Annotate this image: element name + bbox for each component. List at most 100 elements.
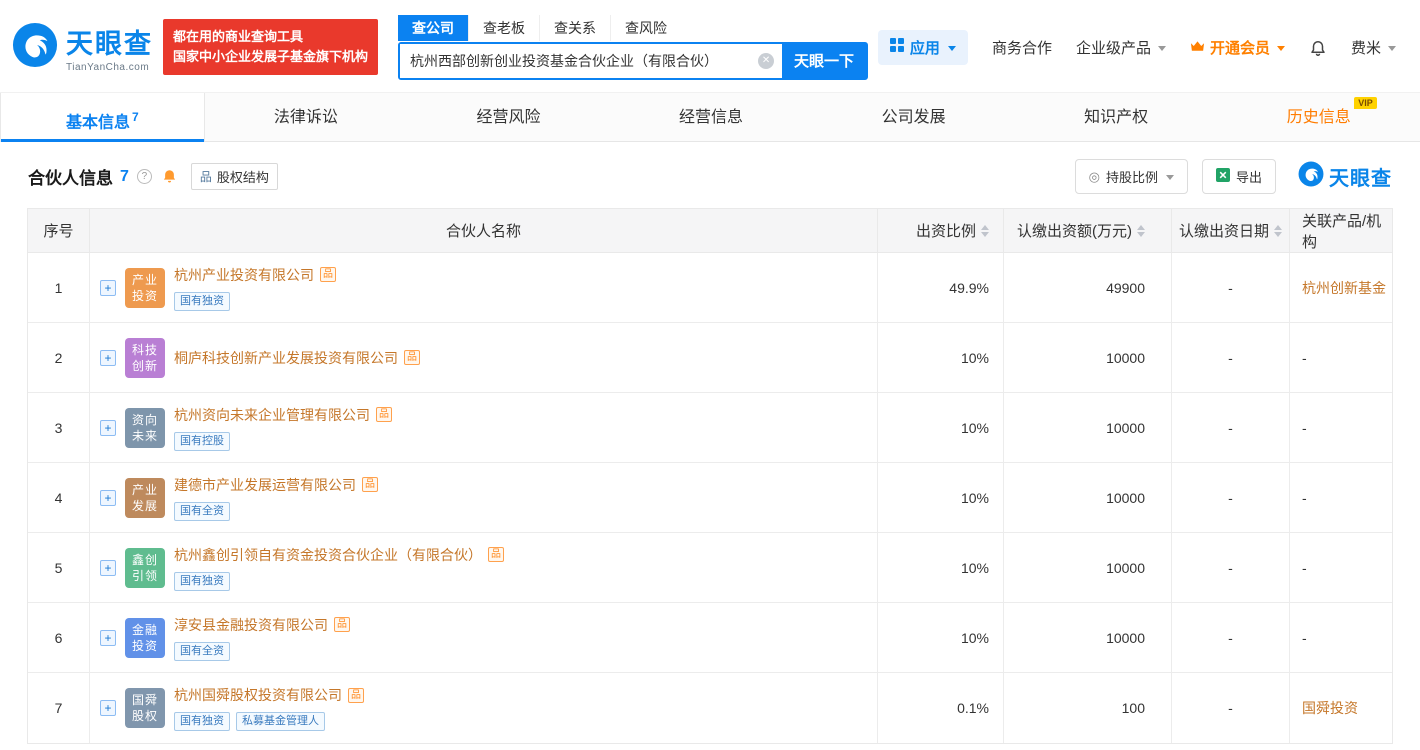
subscribed-date: - <box>1172 463 1290 532</box>
partner-avatar[interactable]: 国舜 股权 <box>125 688 165 728</box>
contribution-ratio: 10% <box>878 603 1004 672</box>
avatar-text-line1: 产业 <box>131 272 158 287</box>
related-product[interactable]: 国舜投资 <box>1290 673 1392 743</box>
nav-open-membership[interactable]: 开通会员 <box>1190 37 1285 58</box>
avatar-text-line1: 金融 <box>131 622 158 637</box>
tab-legal-proceedings[interactable]: 法律诉讼 <box>205 93 408 141</box>
row-index: 4 <box>28 463 90 532</box>
subscribed-date: - <box>1172 673 1290 743</box>
info-icon[interactable]: ? <box>136 169 152 184</box>
partner-name-link[interactable]: 淳安县金融投资有限公司 <box>174 615 328 635</box>
watermark-text: 天眼查 <box>1329 168 1392 190</box>
table-row: 6 + 金融 投资 淳安县金融投资有限公司 品 国有全资 10% 10000 -… <box>28 603 1392 673</box>
expand-row-button[interactable]: + <box>100 700 116 716</box>
shareholding-ratio-button[interactable]: ◎ 持股比例 <box>1074 159 1188 194</box>
subscribed-amount: 10000 <box>1004 323 1172 392</box>
contribution-ratio: 49.9% <box>878 253 1004 322</box>
search-tab-risk[interactable]: 查风险 <box>610 14 681 41</box>
col-header-ratio[interactable]: 出资比例 <box>878 209 1004 252</box>
equity-structure-icon[interactable]: 品 <box>404 350 420 365</box>
related-product[interactable]: 杭州创新基金 <box>1290 253 1392 322</box>
monitor-bell-icon[interactable] <box>162 169 177 184</box>
avatar-text-line2: 投资 <box>131 288 158 303</box>
equity-structure-icon[interactable]: 品 <box>376 407 392 422</box>
expand-row-button[interactable]: + <box>100 349 116 366</box>
partner-avatar[interactable]: 产业 投资 <box>125 267 165 308</box>
search-tab-company[interactable]: 查公司 <box>398 14 469 41</box>
tab-operational-risk[interactable]: 经营风险 <box>407 93 610 141</box>
tianyancha-logo[interactable]: 天眼查 TianYanCha.com <box>12 22 153 73</box>
partner-avatar[interactable]: 金融 投资 <box>125 617 165 658</box>
partner-tags: 国有独资 <box>174 291 336 311</box>
avatar-text-line2: 投资 <box>131 638 158 653</box>
tab-intellectual-property[interactable]: 知识产权 <box>1015 93 1218 141</box>
notification-bell-icon[interactable] <box>1309 38 1327 56</box>
partners-section-header: 合伙人信息 7 ? 品 股权结构 ◎ 持股比例 导出 天眼查 <box>0 142 1420 208</box>
contribution-ratio: 10% <box>878 533 1004 602</box>
sort-icon[interactable] <box>1137 224 1145 237</box>
slogan-badge: 都在用的商业查询工具 国家中小企业发展子基金旗下机构 <box>163 19 379 75</box>
expand-row-button[interactable]: + <box>100 559 116 576</box>
partner-tag: 国有全资 <box>174 641 230 661</box>
partner-name-link[interactable]: 杭州产业投资有限公司 <box>174 265 314 285</box>
nav-business-cooperation[interactable]: 商务合作 <box>992 37 1052 58</box>
equity-structure-button[interactable]: 品 股权结构 <box>190 163 278 190</box>
subscribed-date: - <box>1172 603 1290 672</box>
equity-structure-icon[interactable]: 品 <box>320 267 336 282</box>
ratio-button-label: 持股比例 <box>1105 170 1158 185</box>
row-index: 6 <box>28 603 90 672</box>
chevron-down-icon <box>1276 45 1285 51</box>
partner-tag: 国有独资 <box>174 712 230 731</box>
equity-structure-icon[interactable]: 品 <box>348 687 364 703</box>
search-tab-boss[interactable]: 查老板 <box>468 14 539 41</box>
expand-row-button[interactable]: + <box>100 629 116 646</box>
tab-basic-info[interactable]: 基本信息 7 <box>0 93 205 142</box>
partner-name-link[interactable]: 建德市产业发展运营有限公司 <box>174 475 356 495</box>
sort-icon[interactable] <box>981 224 989 237</box>
expand-row-button[interactable]: + <box>100 279 116 296</box>
apps-menu-button[interactable]: 应用 <box>877 29 968 65</box>
chevron-down-icon <box>947 45 956 51</box>
partner-tag: 国有独资 <box>174 571 230 591</box>
partner-tags: 国有控股 <box>174 431 392 451</box>
tab-business-info[interactable]: 经营信息 <box>610 93 813 141</box>
partner-name-link[interactable]: 杭州国舜股权投资有限公司 <box>174 685 342 705</box>
table-body: 1 + 产业 投资 杭州产业投资有限公司 品 国有独资 49.9% 49900 … <box>28 253 1392 743</box>
partner-avatar[interactable]: 产业 发展 <box>125 477 165 518</box>
search-input[interactable] <box>400 43 783 78</box>
partner-avatar[interactable]: 资向 未来 <box>125 407 165 448</box>
partner-name-cell: + 资向 未来 杭州资向未来企业管理有限公司 品 国有控股 <box>90 393 878 462</box>
contribution-ratio: 10% <box>878 323 1004 392</box>
subscribed-amount: 10000 <box>1004 463 1172 532</box>
equity-structure-icon[interactable]: 品 <box>488 547 504 562</box>
user-menu[interactable]: 费米 <box>1351 37 1396 58</box>
expand-row-button[interactable]: + <box>100 489 116 506</box>
tab-company-development[interactable]: 公司发展 <box>812 93 1015 141</box>
partner-avatar[interactable]: 鑫创 引领 <box>125 547 165 588</box>
avatar-text-line1: 产业 <box>131 482 158 497</box>
equity-structure-icon[interactable]: 品 <box>334 617 350 632</box>
search-tab-relation[interactable]: 查关系 <box>539 14 610 41</box>
row-index: 7 <box>28 673 90 743</box>
search-area: 查公司 查老板 查关系 查风险 ✕ 天眼一下 <box>398 14 869 80</box>
tab-history-info[interactable]: 历史信息 VIP <box>1217 93 1420 141</box>
clear-search-icon[interactable]: ✕ <box>758 52 775 69</box>
export-button[interactable]: 导出 <box>1201 159 1276 194</box>
equity-structure-icon[interactable]: 品 <box>362 477 378 492</box>
col-header-date[interactable]: 认缴出资日期 <box>1172 209 1290 252</box>
partner-name-link[interactable]: 杭州资向未来企业管理有限公司 <box>174 405 370 425</box>
expand-row-button[interactable]: + <box>100 419 116 436</box>
col-header-index: 序号 <box>28 209 90 252</box>
brand-name: 天眼查 <box>66 28 153 59</box>
nav-enterprise-products[interactable]: 企业级产品 <box>1076 37 1166 58</box>
sort-icon[interactable] <box>1274 224 1282 237</box>
tab-label: 知识产权 <box>1084 109 1149 126</box>
table-header-row: 序号 合伙人名称 出资比例 认缴出资额(万元) 认缴出资日期 关联产品/机构 <box>28 209 1392 253</box>
col-header-related: 关联产品/机构 <box>1302 212 1382 251</box>
partner-name-link[interactable]: 杭州鑫创引领自有资金投资合伙企业（有限合伙） <box>174 545 482 565</box>
partner-name-link[interactable]: 桐庐科技创新产业发展投资有限公司 <box>174 348 398 368</box>
col-header-amount[interactable]: 认缴出资额(万元) <box>1004 209 1172 252</box>
search-button[interactable]: 天眼一下 <box>782 43 867 78</box>
partner-avatar[interactable]: 科技 创新 <box>125 337 165 378</box>
related-product: - <box>1302 489 1307 506</box>
